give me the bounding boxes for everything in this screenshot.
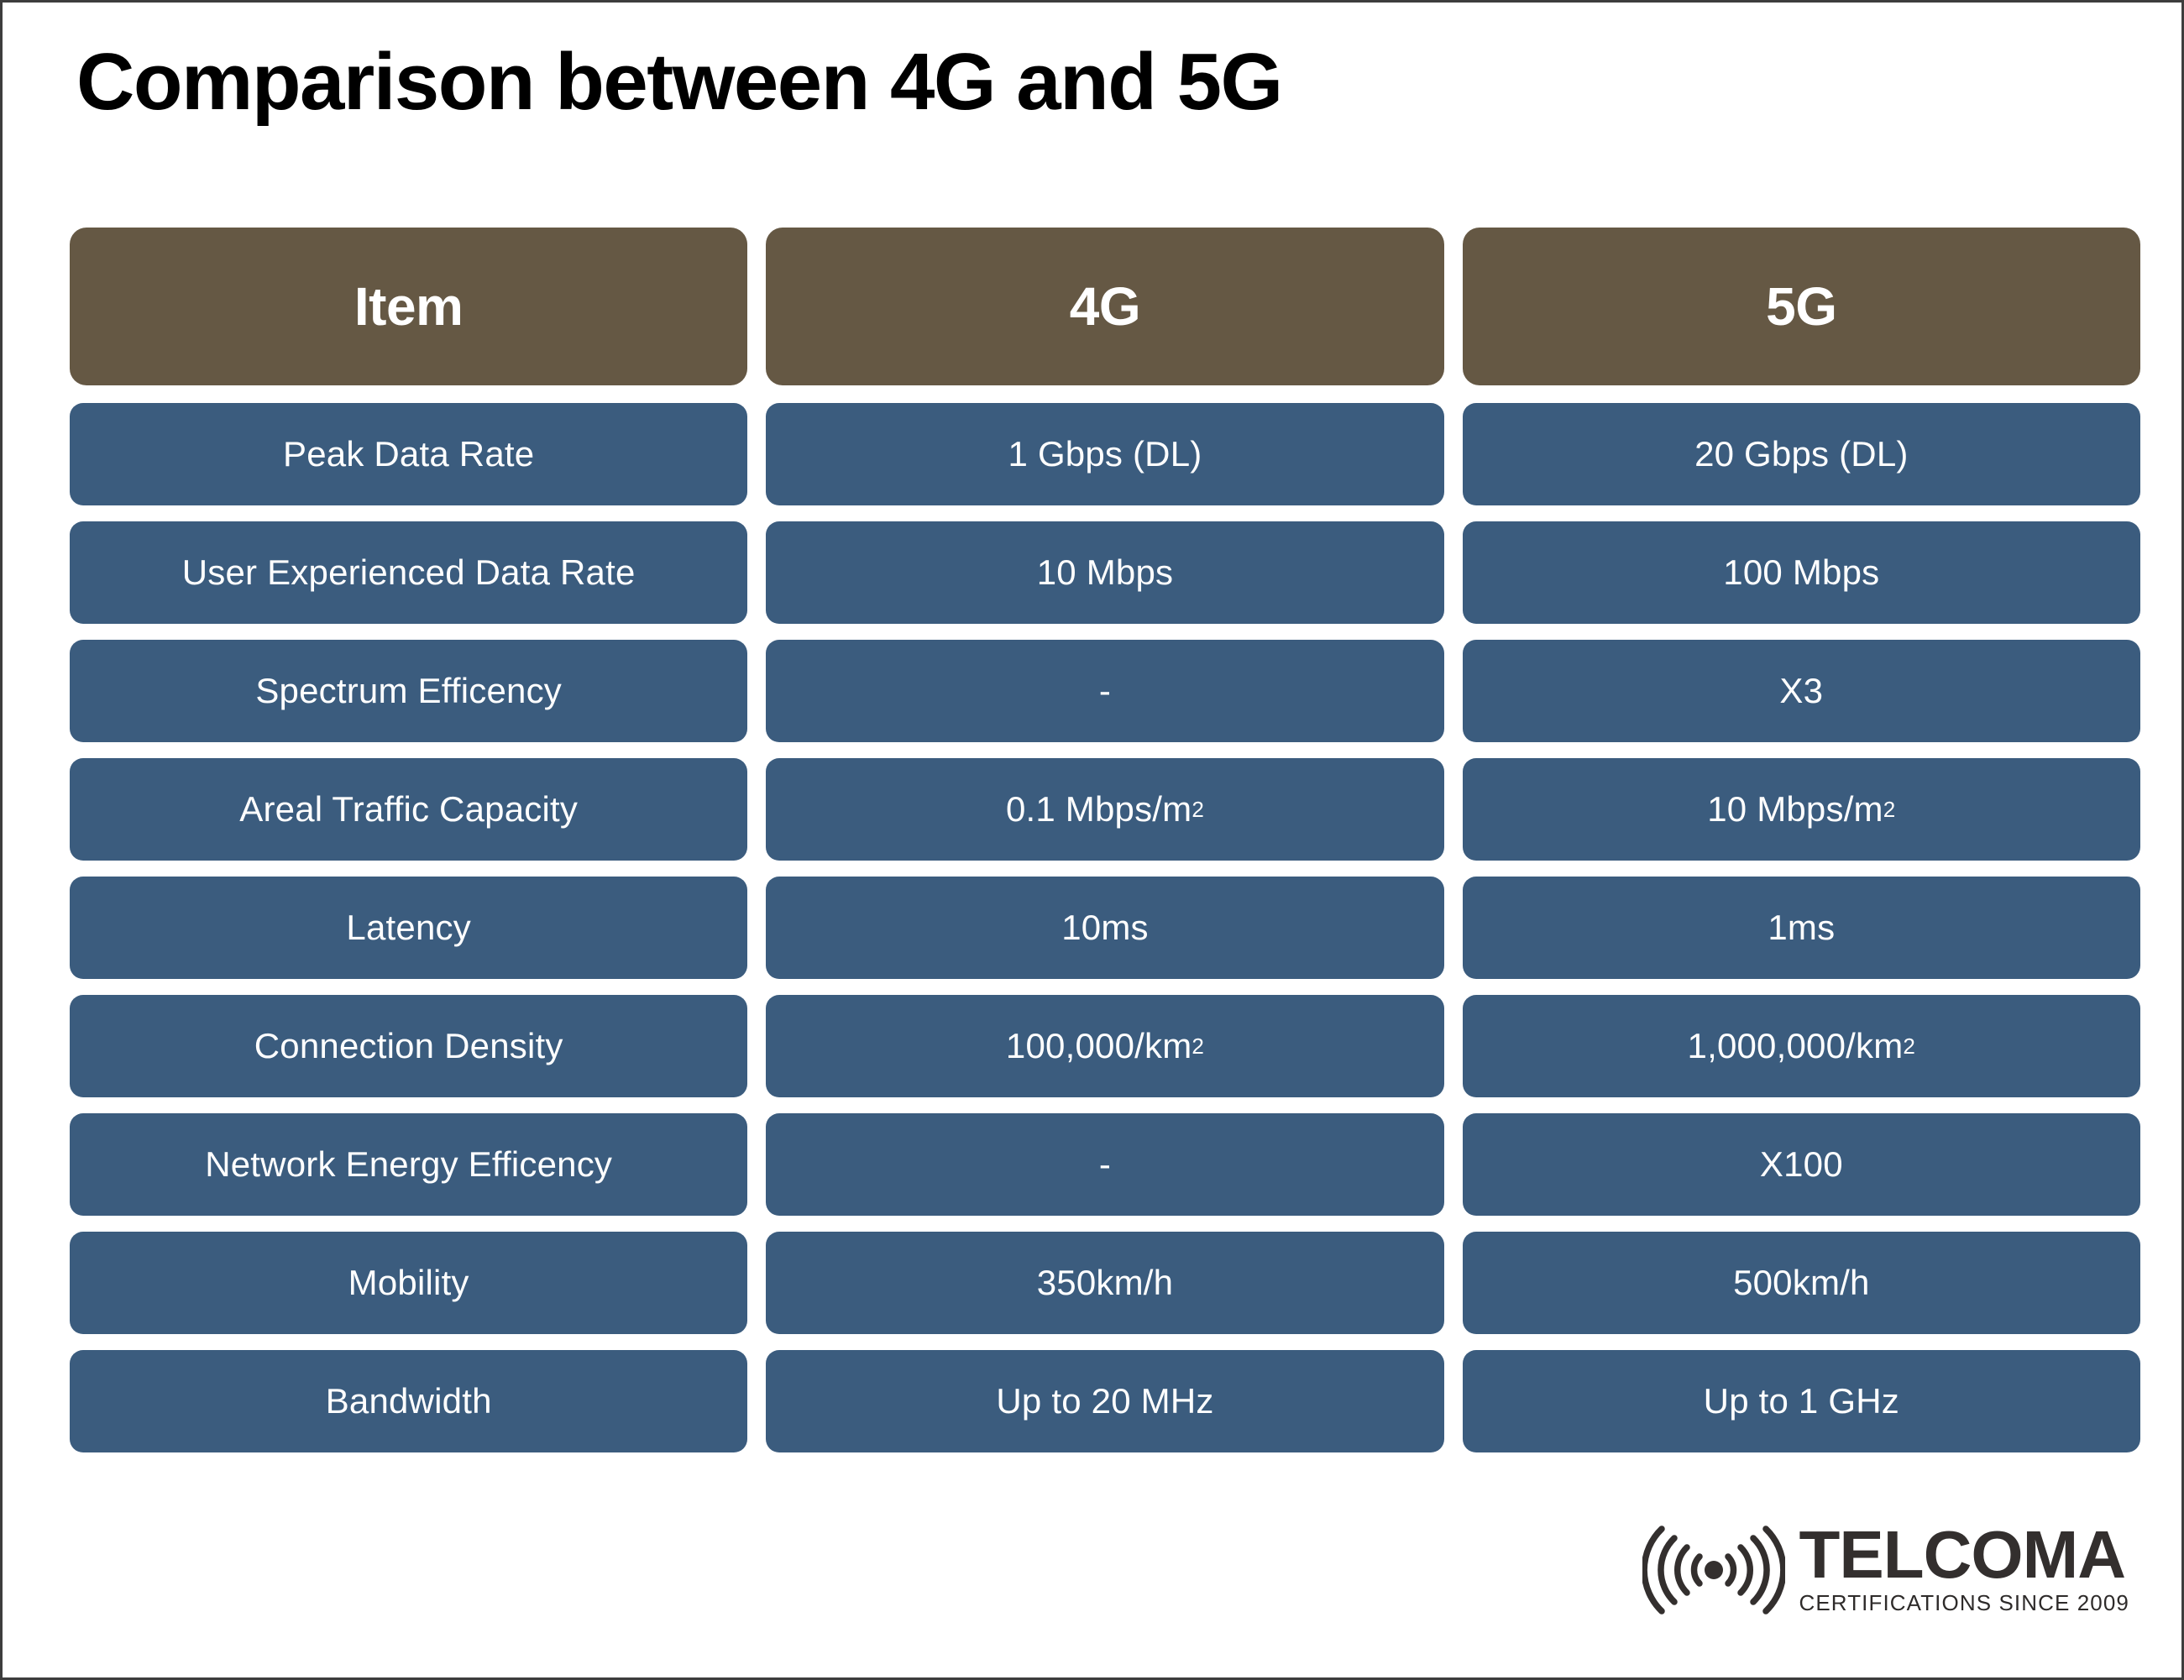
table-row: User Experienced Data Rate 10 Mbps 100 Mbp…	[70, 521, 2140, 624]
value-cell-5g: 100 Mbps	[1462, 521, 2140, 624]
value-cell-4g-text: 0.1 Mbps/m	[1005, 789, 1192, 829]
table-row: Areal Traffic Capacity 0.1 Mbps/m 2 10 Mbps…	[70, 758, 2140, 861]
value-cell-4g-text: 100,000/km	[1005, 1026, 1192, 1065]
table-row: Peak Data Rate 1 Gbps (DL) 20 Gbps (DL)	[70, 403, 2140, 505]
item-cell-text: Network Energy Efficency	[205, 1144, 613, 1184]
value-cell-5g: 10 Mbps/m 2	[1462, 758, 2140, 861]
table-row: Connection Density 100,000/km 2 1,000,000/k…	[70, 995, 2140, 1097]
value-cell-5g: 1ms	[1462, 877, 2140, 979]
signal-wave-icon	[1642, 1526, 1786, 1615]
table-row: Latency 10ms 1ms	[70, 877, 2140, 979]
value-cell-5g-text: 1,000,000/km	[1687, 1026, 1904, 1065]
table-row: Spectrum Efficency - X3	[70, 640, 2140, 742]
table-row: Mobility 350km/h 500km/h	[70, 1232, 2140, 1334]
comparison-table: Item 4G 5G Peak Data Rate 1 Gbps (DL) 20 G…	[70, 228, 2140, 1468]
item-cell: Latency	[70, 877, 748, 979]
item-cell: Mobility	[70, 1232, 748, 1334]
infographic-page: Comparison between 4G and 5G Item 4G 5G …	[0, 0, 2184, 1680]
item-cell-text: Latency	[346, 908, 471, 947]
item-cell: Network Energy Efficency	[70, 1113, 748, 1216]
item-cell-text: Areal Traffic Capacity	[239, 789, 579, 829]
item-cell-text: Peak Data Rate	[283, 434, 535, 474]
value-cell-5g-text: 500km/h	[1733, 1263, 1870, 1302]
value-cell-4g-text: 10ms	[1061, 908, 1149, 947]
value-cell-5g: 500km/h	[1462, 1232, 2140, 1334]
item-cell-text: Bandwidth	[325, 1381, 492, 1421]
telcoma-logo: TELCOMA CERTIFICATIONS SINCE 2009	[1642, 1516, 2129, 1617]
value-cell-4g: Up to 20 MHz	[766, 1350, 1444, 1452]
value-cell-4g: -	[766, 1113, 1444, 1216]
value-cell-4g: 350km/h	[766, 1232, 1444, 1334]
value-cell-5g-text: 10 Mbps/m	[1707, 789, 1883, 829]
column-header-4g: 4G	[766, 228, 1444, 385]
item-cell: User Experienced Data Rate	[70, 521, 748, 624]
page-title: Comparison between 4G and 5G	[76, 37, 1283, 127]
item-cell-text: User Experienced Data Rate	[181, 552, 636, 592]
value-cell-4g: 100,000/km 2	[766, 995, 1444, 1097]
item-cell: Spectrum Efficency	[70, 640, 748, 742]
value-cell-5g: X100	[1462, 1113, 2140, 1216]
value-cell-4g: -	[766, 640, 1444, 742]
item-cell-text: Spectrum Efficency	[255, 671, 562, 710]
value-cell-5g: X3	[1462, 640, 2140, 742]
value-cell-5g-text: X100	[1759, 1144, 1843, 1184]
table-row: Network Energy Efficency - X100	[70, 1113, 2140, 1216]
value-cell-4g-text: 350km/h	[1036, 1263, 1174, 1302]
item-cell-text: Connection Density	[254, 1026, 563, 1065]
value-cell-5g: 20 Gbps (DL)	[1462, 403, 2140, 505]
logo-wordmark: TELCOMA CERTIFICATIONS SINCE 2009	[1799, 1516, 2129, 1617]
value-cell-4g-text: Up to 20 MHz	[996, 1381, 1214, 1421]
item-cell: Peak Data Rate	[70, 403, 748, 505]
value-cell-4g-text: 10 Mbps	[1036, 552, 1174, 592]
value-cell-4g: 10 Mbps	[766, 521, 1444, 624]
logo-tagline: CERTIFICATIONS SINCE 2009	[1799, 1590, 2129, 1616]
value-cell-5g-text: Up to 1 GHz	[1703, 1381, 1899, 1421]
value-cell-5g-text: X3	[1779, 671, 1824, 710]
value-cell-5g-text: 1ms	[1768, 908, 1836, 947]
value-cell-5g-text: 100 Mbps	[1723, 552, 1880, 592]
logo-name: TELCOMA	[1799, 1516, 2126, 1592]
table-header-row: Item 4G 5G	[70, 228, 2140, 385]
column-header-5g: 5G	[1462, 228, 2140, 385]
table-body: Peak Data Rate 1 Gbps (DL) 20 Gbps (DL) Use…	[70, 403, 2140, 1452]
item-cell: Bandwidth	[70, 1350, 748, 1452]
item-cell-text: Mobility	[348, 1263, 469, 1302]
item-cell: Connection Density	[70, 995, 748, 1097]
value-cell-5g: 1,000,000/km 2	[1462, 995, 2140, 1097]
value-cell-5g: Up to 1 GHz	[1462, 1350, 2140, 1452]
item-cell: Areal Traffic Capacity	[70, 758, 748, 861]
value-cell-4g-text: 1 Gbps (DL)	[1008, 434, 1202, 474]
value-cell-4g: 1 Gbps (DL)	[766, 403, 1444, 505]
value-cell-5g-text: 20 Gbps (DL)	[1694, 434, 1909, 474]
column-header-item: Item	[70, 228, 748, 385]
table-row: Bandwidth Up to 20 MHz Up to 1 GHz	[70, 1350, 2140, 1452]
value-cell-4g-text: -	[1098, 1144, 1112, 1184]
value-cell-4g: 0.1 Mbps/m 2	[766, 758, 1444, 861]
value-cell-4g: 10ms	[766, 877, 1444, 979]
value-cell-4g-text: -	[1098, 671, 1112, 710]
